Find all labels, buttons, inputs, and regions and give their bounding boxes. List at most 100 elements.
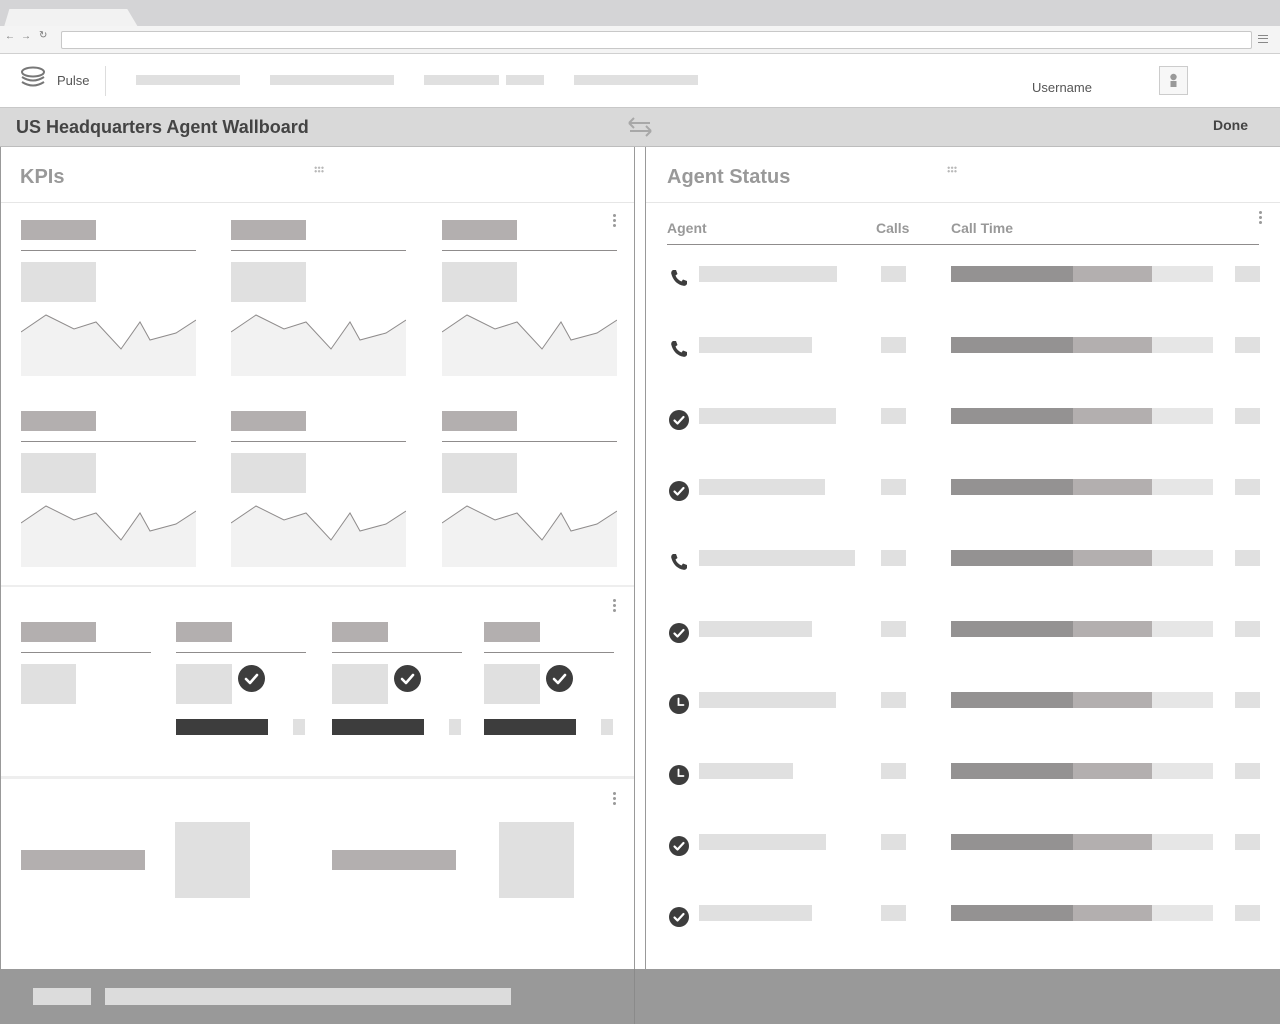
- call-time-bar-segment-2: [1073, 834, 1152, 850]
- kpi-value: [442, 453, 517, 493]
- call-time-value: [1235, 692, 1260, 708]
- phone-icon: [669, 552, 689, 572]
- summary-label-1: [21, 850, 145, 870]
- call-time-bar-segment-3: [1152, 763, 1213, 779]
- kpi-rule: [442, 441, 617, 442]
- kpis-drag-handle[interactable]: [314, 166, 324, 173]
- table-row[interactable]: [646, 763, 1280, 785]
- nav-item-5[interactable]: [574, 75, 698, 85]
- table-row[interactable]: [646, 550, 1280, 570]
- goal-rule: [21, 652, 151, 653]
- calls-value: [881, 479, 906, 495]
- check-circle-icon: [238, 665, 265, 692]
- call-time-bar-segment-3: [1152, 621, 1213, 637]
- table-row[interactable]: [646, 266, 1280, 286]
- agent-name: [699, 905, 812, 921]
- check-circle-icon: [394, 665, 421, 692]
- call-time-value: [1235, 479, 1260, 495]
- agent-status-menu-icon[interactable]: [1259, 211, 1263, 226]
- sparkline-chart: [442, 505, 617, 567]
- goal-progress-bar: [176, 719, 268, 735]
- wallboard-title: US Headquarters Agent Wallboard: [16, 117, 309, 137]
- call-time-value: [1235, 266, 1260, 282]
- call-time-bar-segment-1: [951, 408, 1073, 424]
- kpi-section-2-menu-icon[interactable]: [613, 599, 617, 614]
- agent-status-drag-handle[interactable]: [947, 166, 957, 173]
- agent-status-title: Agent Status: [667, 166, 791, 188]
- avatar[interactable]: [1159, 66, 1188, 95]
- kpi-rule: [21, 250, 196, 251]
- table-row[interactable]: [646, 337, 1280, 357]
- wallboard-header: US Headquarters Agent Wallboard Done: [0, 107, 1280, 147]
- nav-item-3[interactable]: [424, 75, 499, 85]
- footer-item-1[interactable]: [33, 988, 91, 1005]
- call-time-value: [1235, 763, 1260, 779]
- section-divider: [1, 585, 634, 587]
- agent-name: [699, 266, 837, 282]
- kpi-section-3-menu-icon[interactable]: [613, 792, 617, 807]
- kpis-header-divider: [1, 202, 634, 203]
- calls-value: [881, 337, 906, 353]
- kpi-label: [231, 220, 306, 240]
- goal-label: [21, 622, 96, 642]
- call-time-bar-segment-3: [1152, 408, 1213, 424]
- goal-widget: [332, 622, 462, 742]
- goal-progress-bar: [484, 719, 576, 735]
- table-row[interactable]: [646, 408, 1280, 430]
- back-arrow-icon[interactable]: ←: [5, 31, 15, 42]
- nav-item-2[interactable]: [270, 75, 394, 85]
- swap-arrows-icon[interactable]: [626, 116, 654, 138]
- calls-value: [881, 692, 906, 708]
- table-row[interactable]: [646, 479, 1280, 501]
- table-row[interactable]: [646, 621, 1280, 643]
- kpi-rule: [231, 250, 406, 251]
- goal-widget: [176, 622, 306, 742]
- agent-status-panel: Agent Status Agent Calls Call Time: [645, 147, 1280, 969]
- phone-icon: [669, 268, 689, 288]
- agent-name: [699, 621, 812, 637]
- browser-chrome: ← → ↻: [0, 0, 1280, 54]
- column-header-agent[interactable]: Agent: [667, 220, 707, 236]
- forward-arrow-icon[interactable]: →: [21, 31, 31, 42]
- table-row[interactable]: [646, 692, 1280, 714]
- goal-widget-plain: [21, 622, 151, 712]
- goal-label: [484, 622, 540, 642]
- call-time-bar-segment-1: [951, 905, 1073, 921]
- username-label[interactable]: Username: [1032, 80, 1092, 95]
- summary-value-2: [499, 822, 574, 898]
- address-bar[interactable]: [61, 31, 1252, 49]
- call-time-bar-segment-3: [1152, 337, 1213, 353]
- summary-value-1: [175, 822, 250, 898]
- check-circle-icon: [669, 836, 689, 856]
- call-time-bar-segment-1: [951, 266, 1073, 282]
- column-header-call-time[interactable]: Call Time: [951, 220, 1013, 236]
- footer-item-2: [105, 988, 511, 1005]
- nav-divider: [105, 66, 106, 96]
- call-time-bar-segment-3: [1152, 905, 1213, 921]
- reload-icon[interactable]: ↻: [39, 30, 47, 41]
- goal-rule: [176, 652, 306, 653]
- done-button[interactable]: Done: [1213, 117, 1248, 133]
- call-time-bar-segment-1: [951, 621, 1073, 637]
- kpis-panel: KPIs: [0, 147, 635, 969]
- column-header-calls[interactable]: Calls: [876, 220, 909, 236]
- browser-tab[interactable]: [4, 9, 138, 27]
- table-row[interactable]: [646, 834, 1280, 856]
- goal-label: [332, 622, 388, 642]
- goal-label: [176, 622, 232, 642]
- nav-item-1[interactable]: [136, 75, 240, 85]
- goal-progress-remainder: [601, 719, 613, 735]
- call-time-bar-segment-2: [1073, 266, 1152, 282]
- kpi-section-1-menu-icon[interactable]: [613, 214, 617, 229]
- call-time-bar-segment-2: [1073, 550, 1152, 566]
- call-time-bar-segment-3: [1152, 834, 1213, 850]
- call-time-bar-segment-2: [1073, 479, 1152, 495]
- kpi-widget: [442, 411, 617, 569]
- nav-item-4[interactable]: [506, 75, 544, 85]
- kpi-value: [21, 453, 96, 493]
- browser-menu-icon[interactable]: [1258, 35, 1268, 43]
- clock-icon: [669, 765, 689, 785]
- calls-value: [881, 621, 906, 637]
- call-time-bar-segment-1: [951, 479, 1073, 495]
- table-row[interactable]: [646, 905, 1280, 927]
